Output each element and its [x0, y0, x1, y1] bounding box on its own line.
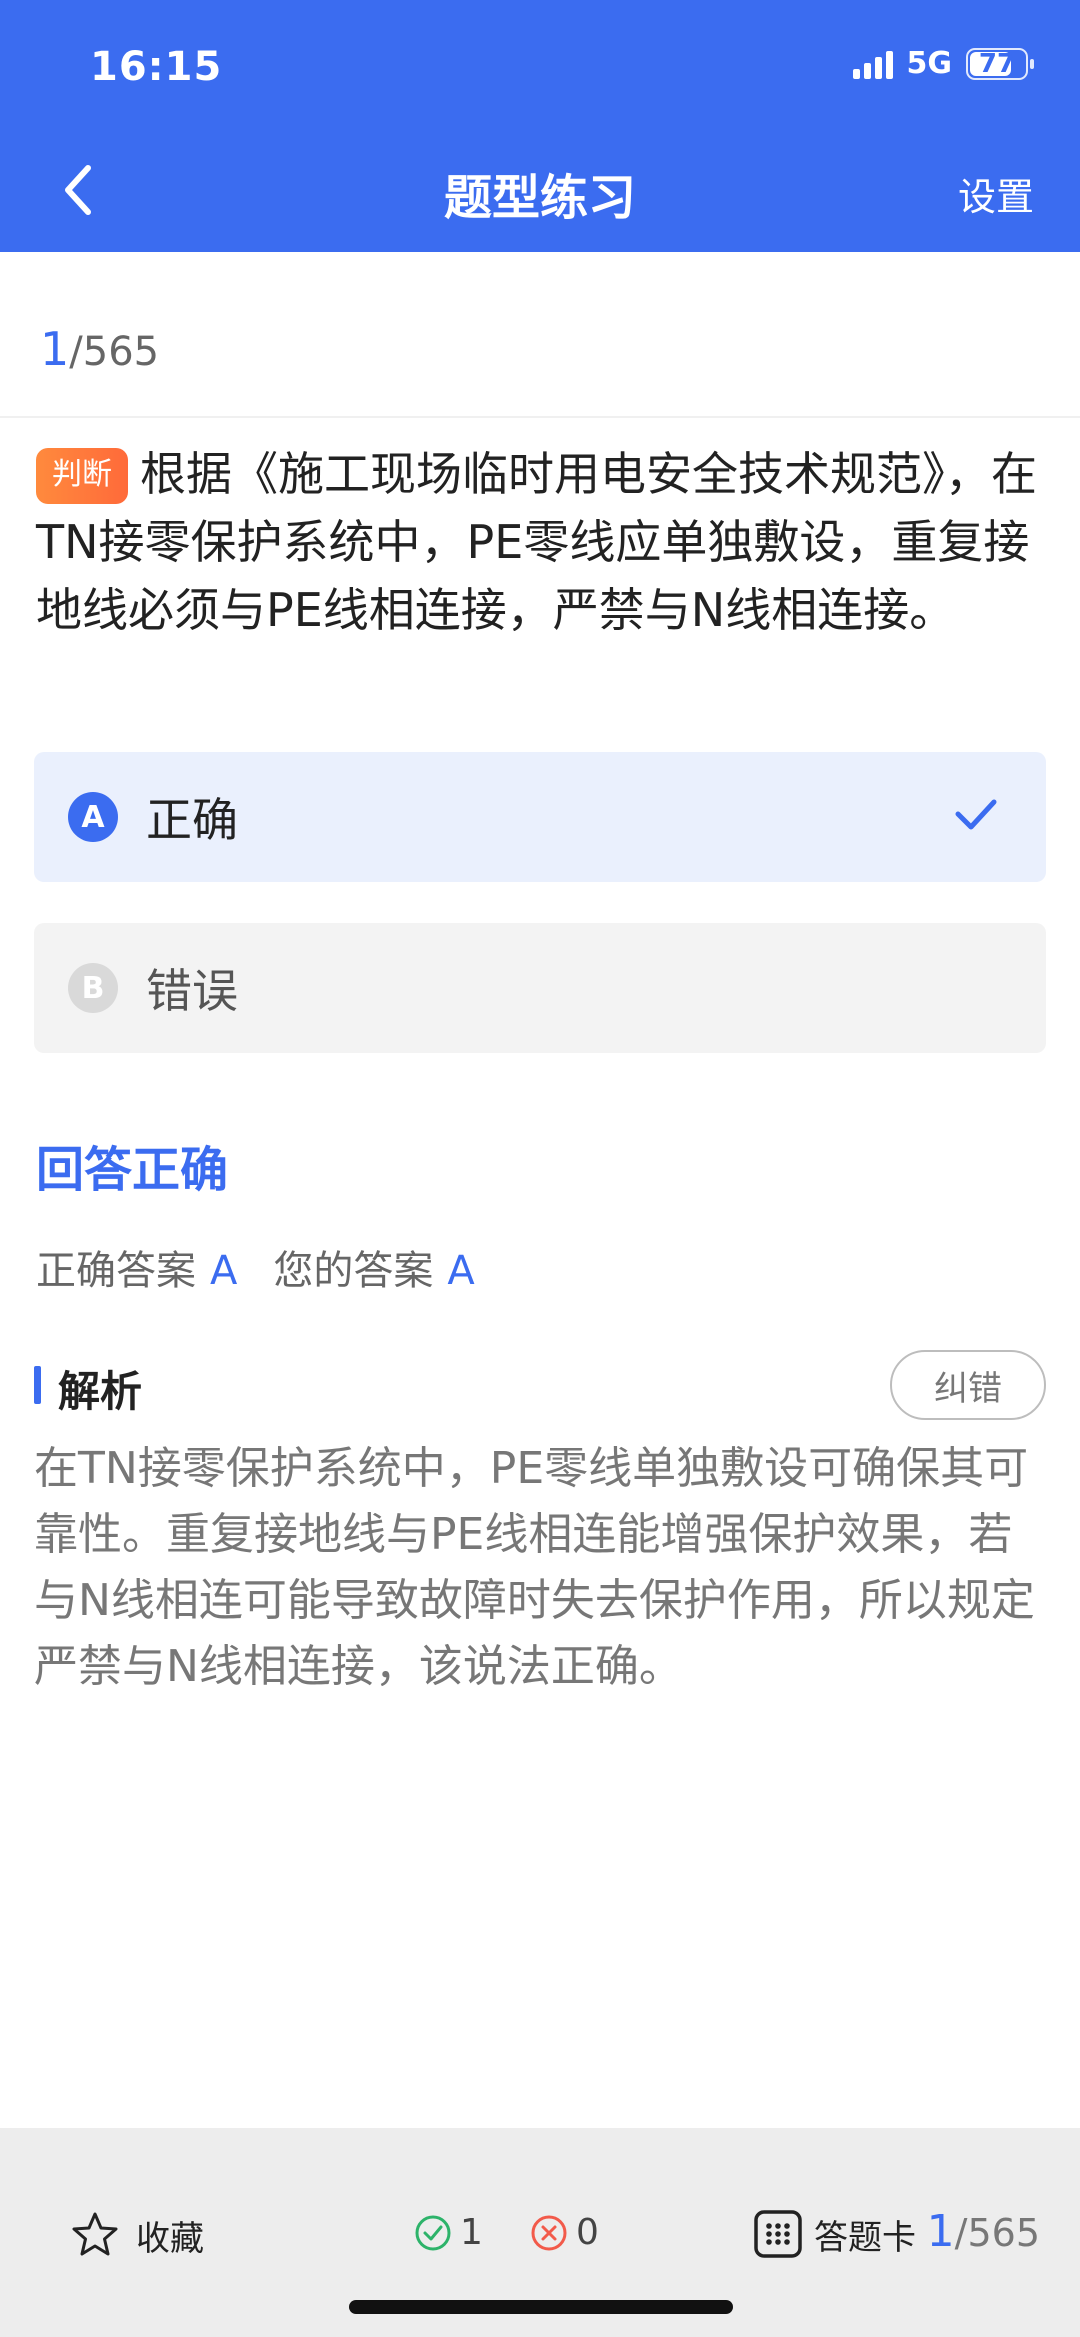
settings-button[interactable]: 设置	[958, 166, 1034, 221]
correct-answer-label: 正确答案	[36, 1248, 196, 1294]
correct-answer-value: A	[210, 1248, 238, 1294]
option-letter: A	[68, 792, 118, 842]
battery-icon: 77	[966, 47, 1034, 80]
star-outline-icon	[72, 2212, 118, 2256]
checkmark-icon	[955, 799, 997, 830]
question-progress: 1/565	[40, 322, 159, 376]
answer-card-label: 答题卡	[814, 2217, 916, 2258]
network-type: 5G	[906, 46, 953, 81]
status-time: 16:15	[90, 44, 223, 90]
option-letter: B	[68, 963, 118, 1013]
bottom-progress-total: /565	[954, 2211, 1040, 2255]
bottom-progress-current: 1	[926, 2206, 955, 2257]
status-indicators: 5G 77	[852, 46, 1034, 81]
option-text: 正确	[146, 793, 238, 847]
favorite-label: 收藏	[136, 2218, 204, 2259]
battery-level: 77	[978, 48, 1016, 79]
answer-card-button[interactable]: 答题卡	[752, 2208, 916, 2260]
correct-count-value: 1	[460, 2212, 483, 2253]
x-circle-icon	[531, 2215, 567, 2250]
signal-icon	[852, 49, 893, 79]
wrong-count-value: 0	[576, 2212, 599, 2253]
report-error-button[interactable]: 纠错	[890, 1350, 1046, 1420]
your-answer-label: 您的答案	[273, 1248, 434, 1294]
home-indicator[interactable]	[349, 2300, 733, 2314]
correct-count: 1	[414, 2212, 483, 2253]
page-title: 题型练习	[443, 170, 636, 226]
favorite-button[interactable]: 收藏	[70, 2210, 204, 2260]
divider	[0, 416, 1080, 418]
question-text: 根据《施工现场临时用电安全技术规范》，在TN接零保护系统中，PE零线应单独敷设，…	[36, 447, 1037, 637]
app-header: 16:15 5G 77 题型练习 设置	[0, 0, 1080, 252]
wrong-count: 0	[530, 2212, 599, 2253]
analysis-title: 解析	[58, 1367, 143, 1416]
progress-total: /565	[69, 329, 160, 375]
question-type-badge: 判断	[36, 448, 128, 504]
your-answer-value: A	[447, 1248, 475, 1294]
progress-current: 1	[40, 322, 70, 376]
analysis-text: 在TN接零保护系统中，PE零线单独敷设可确保其可靠性。重复接地线与PE线相连能增…	[34, 1443, 1035, 1692]
option-text: 错误	[146, 964, 238, 1018]
answer-summary: 正确答案 A 您的答案 A	[36, 1238, 511, 1296]
result-title: 回答正确	[36, 1142, 229, 1198]
section-accent-bar	[34, 1366, 41, 1404]
check-circle-icon	[415, 2215, 451, 2250]
bottom-progress: 1/565	[927, 2206, 1040, 2257]
question-stem: 判断 根据《施工现场临时用电安全技术规范》，在TN接零保护系统中，PE零线应单独敷…	[36, 440, 1046, 644]
option-b[interactable]: B 错误	[34, 923, 1046, 1053]
grid-icon	[754, 2210, 802, 2258]
option-a[interactable]: A 正确	[34, 752, 1046, 882]
